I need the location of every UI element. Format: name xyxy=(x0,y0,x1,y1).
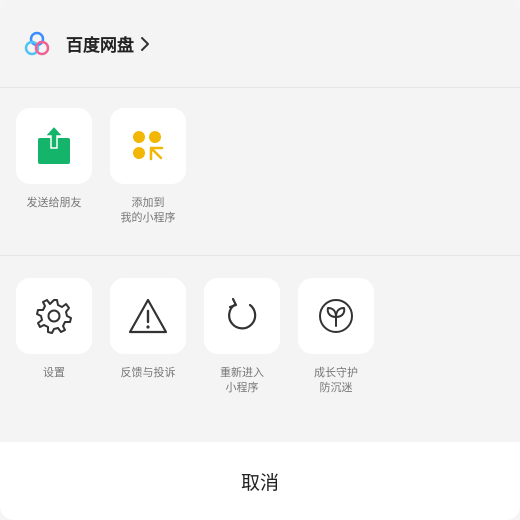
feedback-and-complaint-button[interactable]: 反馈与投诉 xyxy=(108,278,188,380)
baidu-netdisk-logo-icon xyxy=(24,31,50,55)
reenter-mini-program-label: 重新进入 小程序 xyxy=(220,366,264,394)
sheet-header[interactable]: 百度网盘 xyxy=(0,0,520,88)
feedback-and-complaint-label: 反馈与投诉 xyxy=(120,366,176,379)
settings-button[interactable]: 设置 xyxy=(14,278,94,380)
chevron-right-icon xyxy=(141,36,149,51)
settings-label: 设置 xyxy=(43,366,65,379)
add-to-my-mini-programs-tile[interactable] xyxy=(110,108,186,184)
reload-icon xyxy=(228,297,257,330)
warning-icon xyxy=(128,298,168,334)
add-to-my-mini-programs-button[interactable]: 添加到 我的小程序 xyxy=(108,108,188,225)
gear-icon xyxy=(36,299,72,334)
settings-tile[interactable] xyxy=(16,278,92,354)
growth-guard-anti-addiction-button[interactable]: 成长守护 防沉迷 xyxy=(296,278,376,395)
cancel-label: 取消 xyxy=(240,471,279,494)
feedback-and-complaint-tile[interactable] xyxy=(110,278,186,354)
app-name: 百度网盘 xyxy=(66,36,134,56)
sprout-icon xyxy=(319,299,353,333)
send-to-friend-tile[interactable] xyxy=(16,108,92,184)
secondary-actions-row: 设置 反馈与投诉 重新进入 小程序 成长守护 防沉迷 xyxy=(0,256,520,442)
send-to-friend-button[interactable]: 发送给朋友 xyxy=(14,108,94,210)
send-to-friend-label: 发送给朋友 xyxy=(26,196,82,209)
reenter-mini-program-tile[interactable] xyxy=(204,278,280,354)
share-icon xyxy=(38,126,70,164)
reenter-mini-program-button[interactable]: 重新进入 小程序 xyxy=(202,278,282,395)
cancel-button[interactable]: 取消 xyxy=(0,442,520,520)
primary-actions-row: 发送给朋友 添加到 我的小程序 xyxy=(0,88,520,256)
mini-program-add-icon xyxy=(133,131,164,161)
growth-guard-anti-addiction-label: 成长守护 防沉迷 xyxy=(314,366,358,394)
action-sheet: 百度网盘 发送给朋友 添加到 我的小程序 设置 反馈与投诉 重新进入 小程序 成… xyxy=(0,0,520,520)
add-to-my-mini-programs-label: 添加到 我的小程序 xyxy=(120,196,176,224)
growth-guard-anti-addiction-tile[interactable] xyxy=(298,278,374,354)
